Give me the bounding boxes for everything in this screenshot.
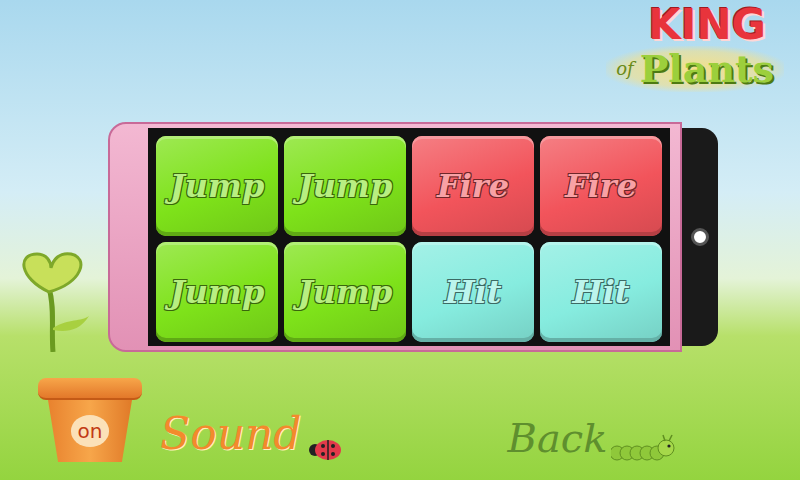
control-button[interactable]: Jump (156, 242, 278, 342)
game-logo: KING of Plants (606, 4, 784, 122)
control-button[interactable]: Hit (540, 242, 662, 342)
sound-label: Sound (160, 410, 301, 458)
home-button-icon (691, 228, 709, 246)
pot-body: on (48, 400, 132, 462)
phone-case: JumpJumpFireFireJumpJumpHitHit (108, 122, 682, 352)
footer: on Sound Back (0, 352, 800, 480)
control-button[interactable]: Jump (284, 242, 406, 342)
plant-slot (0, 122, 108, 352)
ladybug-icon (307, 434, 343, 462)
sound-state: on (71, 415, 110, 447)
pot-rim (38, 378, 142, 400)
logo-title: KING (648, 4, 766, 46)
caterpillar-icon (611, 434, 675, 462)
control-button[interactable]: Fire (412, 136, 534, 236)
control-grid: JumpJumpFireFireJumpJumpHitHit (148, 128, 670, 346)
control-button[interactable]: Jump (156, 136, 278, 236)
sound-toggle[interactable]: on (38, 378, 142, 462)
logo-subtitle: of Plants (606, 46, 784, 92)
logo-main: Plants (640, 50, 774, 88)
control-button[interactable]: Jump (284, 136, 406, 236)
heart-plant-icon (9, 248, 99, 352)
control-button[interactable]: Hit (412, 242, 534, 342)
controls-row: JumpJumpFireFireJumpJumpHitHit (0, 122, 800, 352)
logo-small: of (616, 60, 634, 78)
back-button[interactable]: Back (503, 414, 611, 462)
header: KING of Plants (0, 0, 800, 122)
settings-screen: KINGofPlantsJumpJumpFireFireJumpJumpHitH… (0, 0, 800, 480)
phone-cap (682, 128, 718, 346)
control-button[interactable]: Fire (540, 136, 662, 236)
